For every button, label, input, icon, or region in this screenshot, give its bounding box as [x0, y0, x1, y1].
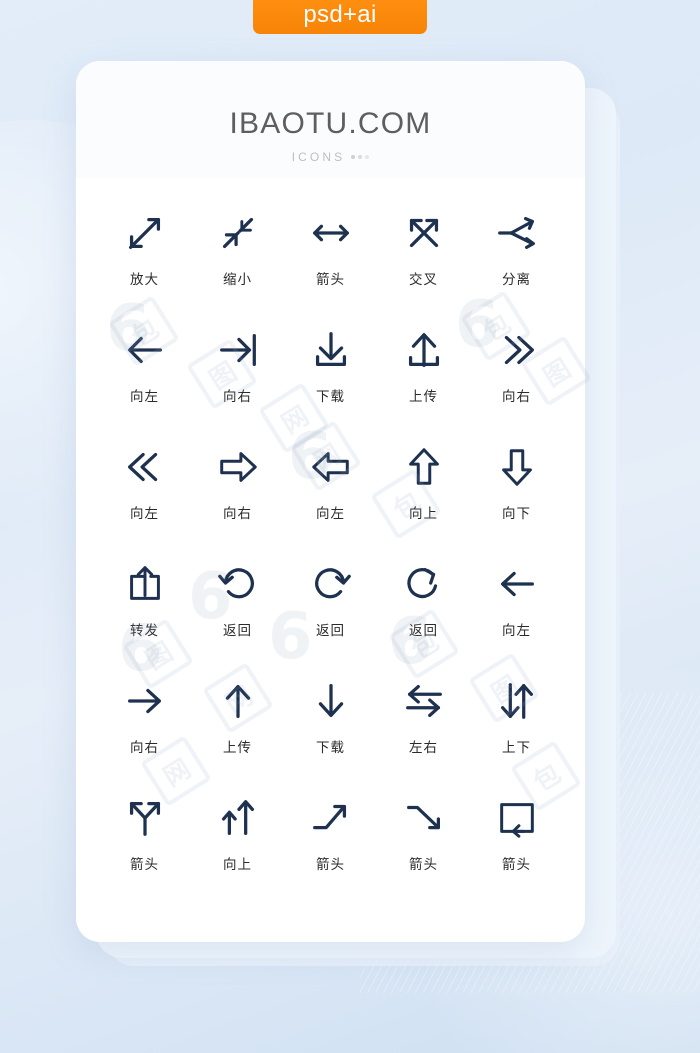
icon-cell[interactable]: 上传 — [191, 672, 284, 789]
icon-label: 左右 — [409, 740, 438, 756]
icon-label: 向左 — [130, 506, 159, 522]
icon-label: 返回 — [316, 623, 345, 639]
arrow-left-thin-icon — [494, 555, 540, 613]
upload-icon — [401, 321, 447, 379]
icon-cell[interactable]: 返回 — [284, 555, 377, 672]
icon-cell[interactable]: 向上 — [377, 438, 470, 555]
icon-label: 箭头 — [409, 857, 438, 873]
chevron-double-right-icon — [494, 321, 540, 379]
icon-cell[interactable]: 向上 — [191, 789, 284, 906]
download-icon — [308, 321, 354, 379]
icon-label: 向上 — [409, 506, 438, 522]
arrow-up-thin-icon — [215, 672, 261, 730]
icon-cell[interactable]: 转发 — [98, 555, 191, 672]
icon-label: 上传 — [223, 740, 252, 756]
icon-cell[interactable]: 向右 — [470, 321, 563, 438]
icon-label: 向右 — [223, 506, 252, 522]
icon-label: 向左 — [502, 623, 531, 639]
block-arrow-up-icon — [401, 438, 447, 496]
icon-label: 上传 — [409, 389, 438, 405]
icon-cell[interactable]: 向左 — [98, 438, 191, 555]
icon-label: 箭头 — [130, 857, 159, 873]
icon-cell[interactable]: 箭头 — [470, 789, 563, 906]
fork-arrows-icon — [122, 789, 168, 847]
icon-label: 上下 — [502, 740, 531, 756]
icon-label: 下载 — [316, 740, 345, 756]
icon-label: 向右 — [502, 389, 531, 405]
icon-set-card: IBAOTU.COM ICONS 放大 缩小 箭头 交叉 分离 向左 向右 下载… — [76, 61, 585, 942]
icon-cell[interactable]: 向右 — [191, 438, 284, 555]
icon-label: 箭头 — [316, 272, 345, 288]
icon-label: 放大 — [130, 272, 159, 288]
icon-cell[interactable]: 向右 — [98, 672, 191, 789]
subtitle-dots-icon — [351, 155, 370, 159]
subtitle-text: ICONS — [291, 150, 346, 164]
trend-down-icon — [401, 789, 447, 847]
icon-label: 向左 — [316, 506, 345, 522]
psd-ai-badge: psd+ai — [253, 0, 427, 34]
icon-panel: 放大 缩小 箭头 交叉 分离 向左 向右 下载 上传 向右 向左 向右 向左 向… — [84, 178, 577, 934]
icon-cell[interactable]: 向左 — [470, 555, 563, 672]
icon-label: 向下 — [502, 506, 531, 522]
rotate-counterclockwise-icon — [215, 555, 261, 613]
block-arrow-left-icon — [308, 438, 354, 496]
card-header: IBAOTU.COM ICONS — [76, 61, 585, 178]
icon-cell[interactable]: 箭头 — [377, 789, 470, 906]
block-arrow-down-icon — [494, 438, 540, 496]
icon-cell[interactable]: 下载 — [284, 321, 377, 438]
split-arrows-icon — [494, 204, 540, 262]
icon-label: 转发 — [130, 623, 159, 639]
icon-label: 箭头 — [502, 857, 531, 873]
arrow-down-thin-icon — [308, 672, 354, 730]
icon-label: 返回 — [223, 623, 252, 639]
arrow-right-to-bar-icon — [215, 321, 261, 379]
icon-label: 向上 — [223, 857, 252, 873]
icon-cell[interactable]: 返回 — [377, 555, 470, 672]
icon-cell[interactable]: 左右 — [377, 672, 470, 789]
chevron-double-left-icon — [122, 438, 168, 496]
icon-cell[interactable]: 下载 — [284, 672, 377, 789]
page-title: IBAOTU.COM — [229, 107, 432, 140]
swap-horizontal-icon — [401, 672, 447, 730]
icon-cell[interactable]: 交叉 — [377, 204, 470, 321]
icon-cell[interactable]: 箭头 — [284, 789, 377, 906]
share-forward-icon — [122, 555, 168, 613]
icon-label: 向右 — [130, 740, 159, 756]
icon-label: 箭头 — [316, 857, 345, 873]
icon-label: 返回 — [409, 623, 438, 639]
icon-cell[interactable]: 上传 — [377, 321, 470, 438]
double-up-arrows-icon — [215, 789, 261, 847]
icon-cell[interactable]: 向左 — [98, 321, 191, 438]
icon-cell[interactable]: 分离 — [470, 204, 563, 321]
block-arrow-right-icon — [215, 438, 261, 496]
cross-arrows-icon — [401, 204, 447, 262]
shrink-diagonal-icon — [215, 204, 261, 262]
swap-vertical-icon — [494, 672, 540, 730]
arrow-right-thin-icon — [122, 672, 168, 730]
icon-cell[interactable]: 向右 — [191, 321, 284, 438]
icon-cell[interactable]: 箭头 — [284, 204, 377, 321]
icon-label: 分离 — [502, 272, 531, 288]
icon-label: 交叉 — [409, 272, 438, 288]
rotate-clockwise-icon — [308, 555, 354, 613]
refresh-arc-icon — [401, 555, 447, 613]
icon-cell[interactable]: 向左 — [284, 438, 377, 555]
loop-return-icon — [494, 789, 540, 847]
expand-diagonal-icon — [122, 204, 168, 262]
icon-label: 向右 — [223, 389, 252, 405]
icon-label: 下载 — [316, 389, 345, 405]
icon-cell[interactable]: 向下 — [470, 438, 563, 555]
page-subtitle: ICONS — [292, 150, 370, 164]
trend-up-icon — [308, 789, 354, 847]
icon-cell[interactable]: 箭头 — [98, 789, 191, 906]
icon-grid: 放大 缩小 箭头 交叉 分离 向左 向右 下载 上传 向右 向左 向右 向左 向… — [84, 204, 577, 906]
icon-cell[interactable]: 放大 — [98, 204, 191, 321]
arrow-left-icon — [122, 321, 168, 379]
icon-cell[interactable]: 上下 — [470, 672, 563, 789]
icon-label: 缩小 — [223, 272, 252, 288]
icon-label: 向左 — [130, 389, 159, 405]
arrow-left-right-icon — [308, 204, 354, 262]
icon-cell[interactable]: 缩小 — [191, 204, 284, 321]
icon-cell[interactable]: 返回 — [191, 555, 284, 672]
